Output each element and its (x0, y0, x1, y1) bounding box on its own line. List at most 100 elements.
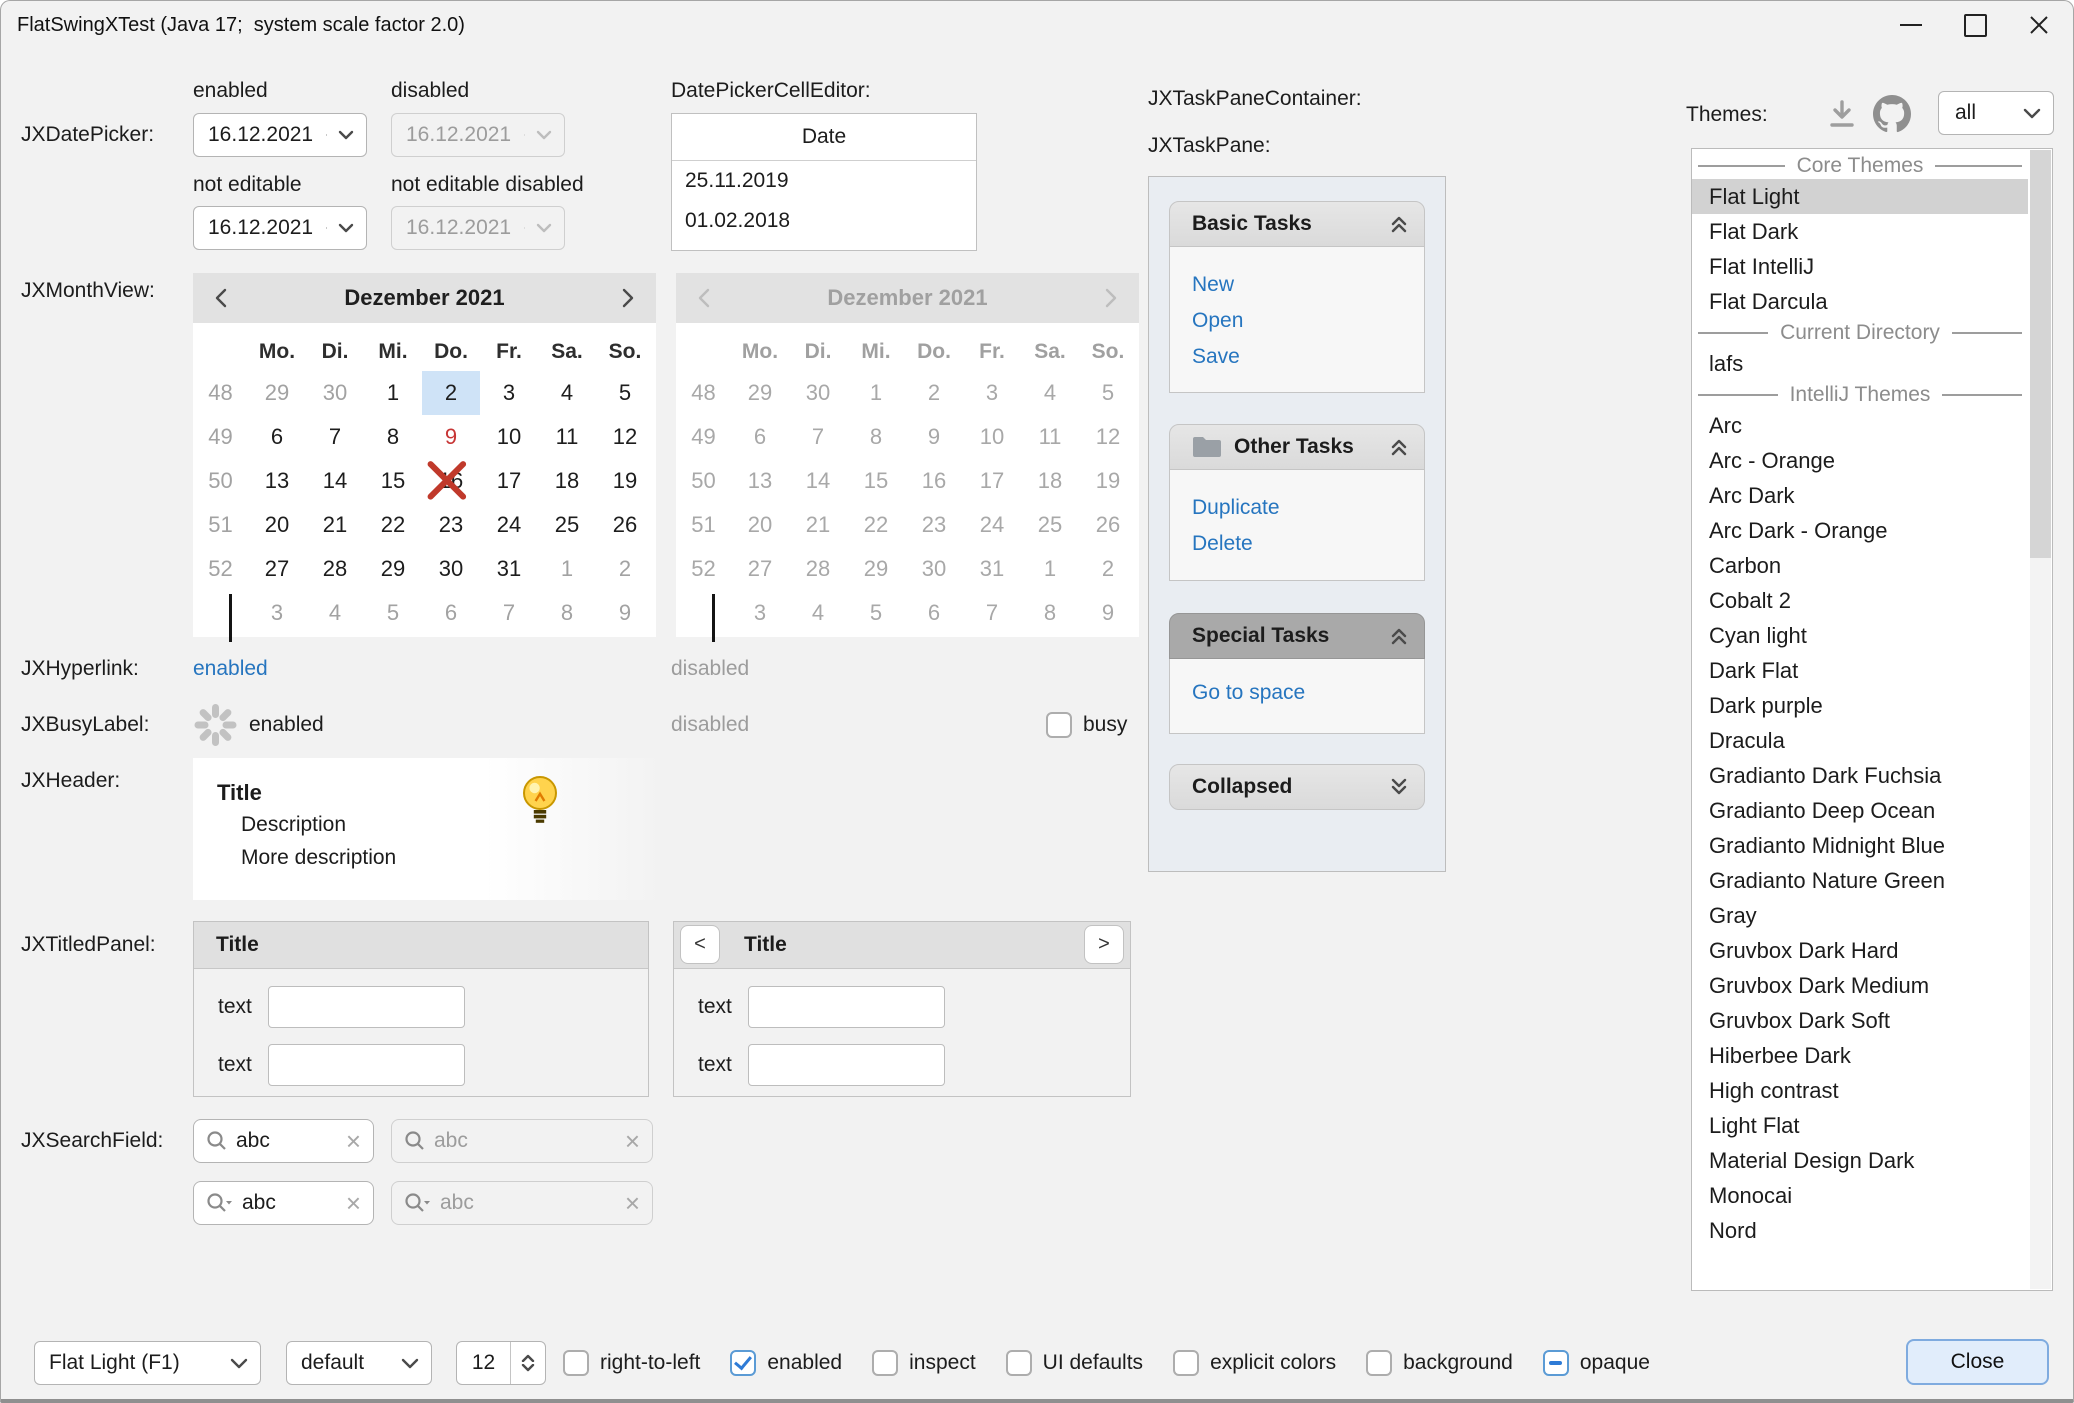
theme-row[interactable]: Gruvbox Dark Hard (1692, 933, 2028, 968)
taskpane-basic-header[interactable]: Basic Tasks (1169, 201, 1425, 247)
title-bar[interactable]: FlatSwingXTest (Java 17; system scale fa… (1, 1, 2073, 49)
task-link[interactable]: Go to space (1192, 675, 1424, 711)
busy-checkbox[interactable]: busy (1046, 712, 1127, 738)
theme-row[interactable]: Core Themes (1692, 152, 2028, 179)
calendar-day-cell[interactable]: 17 (480, 459, 538, 503)
task-link[interactable]: Delete (1192, 526, 1424, 562)
datepicker-dropdown-button[interactable] (314, 223, 366, 233)
calendar-day-cell[interactable]: 6 (422, 591, 480, 635)
calendar-day-cell[interactable]: 7 (480, 591, 538, 635)
theme-row[interactable]: Dracula (1692, 723, 2028, 758)
search-field-enabled[interactable]: abc × (193, 1119, 374, 1163)
task-link[interactable]: Save (1192, 339, 1424, 375)
theme-row[interactable]: Gradianto Nature Green (1692, 863, 2028, 898)
calendar-day-cell[interactable]: 2 (596, 547, 654, 591)
prev-month-button[interactable] (193, 273, 249, 323)
calendar-day-cell[interactable]: 9 (596, 591, 654, 635)
calendar-day-cell[interactable]: 1 (538, 547, 596, 591)
toolbar-checkbox[interactable]: opaque (1543, 1350, 1650, 1376)
toolbar-checkbox[interactable]: enabled (730, 1350, 842, 1376)
theme-row[interactable]: Flat Darcula (1692, 284, 2028, 319)
calendar-day-cell[interactable]: 11 (538, 415, 596, 459)
text-input[interactable] (748, 986, 945, 1028)
calendar-day-cell[interactable]: 6 (248, 415, 306, 459)
theme-row[interactable]: Gruvbox Dark Medium (1692, 968, 2028, 1003)
task-link[interactable]: New (1192, 267, 1424, 303)
themes-scrollbar[interactable] (2030, 150, 2051, 1289)
taskpane-special-header[interactable]: Special Tasks (1169, 613, 1425, 659)
calendar-day-cell[interactable]: 1 (364, 371, 422, 415)
hyperlink-enabled[interactable]: enabled (193, 651, 268, 687)
scrollbar-thumb[interactable] (2030, 150, 2051, 558)
taskpane-collapsed-header[interactable]: Collapsed (1169, 764, 1425, 810)
calendar-day-cell[interactable]: 51 (193, 503, 248, 547)
calendar-day-cell[interactable]: 30 (422, 547, 480, 591)
text-input[interactable] (268, 986, 465, 1028)
search-field-dropdown-enabled[interactable]: abc × (193, 1181, 374, 1225)
table-row[interactable]: 01.02.2018 (672, 201, 976, 241)
theme-row[interactable]: Cobalt 2 (1692, 583, 2028, 618)
calendar-day-cell[interactable]: 3 (480, 371, 538, 415)
theme-row[interactable]: Gradianto Midnight Blue (1692, 828, 2028, 863)
theme-row[interactable]: Hiberbee Dark (1692, 1038, 2028, 1073)
calendar-day-cell[interactable]: 28 (306, 547, 364, 591)
theme-row[interactable]: Flat Light (1692, 179, 2028, 214)
task-link[interactable]: Open (1192, 303, 1424, 339)
next-month-button[interactable] (600, 273, 656, 323)
theme-row[interactable]: Light Flat (1692, 1108, 2028, 1143)
calendar-day-cell[interactable]: 29 (364, 547, 422, 591)
toolbar-checkbox[interactable]: background (1366, 1350, 1513, 1376)
minimize-button[interactable] (1879, 1, 1943, 49)
theme-row[interactable]: Arc - Orange (1692, 443, 2028, 478)
theme-row[interactable]: Material Design Dark (1692, 1143, 2028, 1178)
close-button[interactable]: Close (1906, 1339, 2049, 1385)
calendar-day-cell[interactable]: 25 (538, 503, 596, 547)
theme-row[interactable]: Nord (1692, 1213, 2028, 1248)
calendar-day-cell[interactable]: 49 (193, 415, 248, 459)
datepicker-enabled[interactable]: 16.12.2021 (193, 113, 367, 157)
calendar-day-cell[interactable]: 50 (193, 459, 248, 503)
theme-row[interactable]: Arc Dark (1692, 478, 2028, 513)
clear-icon[interactable]: × (346, 1119, 361, 1163)
calendar-day-cell[interactable]: 9 (422, 415, 480, 459)
calendar-day-cell[interactable]: 29 (248, 371, 306, 415)
maximize-button[interactable] (1943, 1, 2007, 49)
calendar-day-cell[interactable]: 4 (306, 591, 364, 635)
calendar-day-cell[interactable]: 24 (480, 503, 538, 547)
calendar-day-cell[interactable]: 21 (306, 503, 364, 547)
calendar-day-cell[interactable]: 22 (364, 503, 422, 547)
calendar-day-cell[interactable]: 27 (248, 547, 306, 591)
calendar-day-cell[interactable]: 4 (538, 371, 596, 415)
calendar-day-cell[interactable]: 13 (248, 459, 306, 503)
close-window-button[interactable] (2007, 1, 2071, 49)
calendar-day-cell[interactable] (193, 591, 248, 635)
toolbar-checkbox[interactable]: explicit colors (1173, 1350, 1336, 1376)
titled-panel-prev-button[interactable]: < (680, 925, 720, 964)
theme-row[interactable]: Dark Flat (1692, 653, 2028, 688)
calendar-day-cell[interactable]: 8 (538, 591, 596, 635)
calendar-day-cell[interactable]: 16 (422, 459, 480, 503)
datepicker-not-editable[interactable]: 16.12.2021 (193, 206, 367, 250)
calendar-day-cell[interactable]: 3 (248, 591, 306, 635)
text-input[interactable] (748, 1044, 945, 1086)
calendar-day-cell[interactable]: 10 (480, 415, 538, 459)
datepicker-dropdown-button[interactable] (314, 130, 366, 140)
theme-row[interactable]: Gray (1692, 898, 2028, 933)
calendar-day-cell[interactable]: 14 (306, 459, 364, 503)
task-link[interactable]: Duplicate (1192, 490, 1424, 526)
titled-panel-next-button[interactable]: > (1084, 925, 1124, 964)
theme-row[interactable]: Monocai (1692, 1178, 2028, 1213)
style-combobox[interactable]: default (286, 1341, 432, 1385)
text-input[interactable] (268, 1044, 465, 1086)
theme-row[interactable]: Gradianto Dark Fuchsia (1692, 758, 2028, 793)
calendar-day-cell[interactable]: 5 (596, 371, 654, 415)
themes-filter-combobox[interactable]: all (1938, 91, 2054, 135)
github-link-button[interactable] (1873, 95, 1911, 138)
theme-row[interactable]: High contrast (1692, 1073, 2028, 1108)
calendar-day-cell[interactable]: 18 (538, 459, 596, 503)
calendar-day-cell[interactable]: 20 (248, 503, 306, 547)
theme-row[interactable]: Dark purple (1692, 688, 2028, 723)
lookandfeel-combobox[interactable]: Flat Light (F1) (34, 1341, 261, 1385)
theme-row[interactable]: Flat IntelliJ (1692, 249, 2028, 284)
toolbar-checkbox[interactable]: inspect (872, 1350, 976, 1376)
